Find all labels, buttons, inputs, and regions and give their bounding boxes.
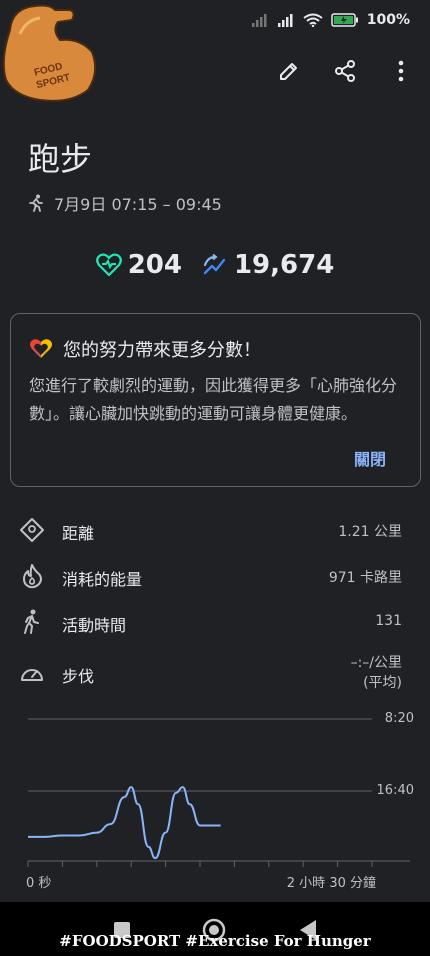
- card-header: 您的努力帶來更多分數！: [29, 336, 261, 362]
- stat-label: 步伐: [62, 667, 95, 686]
- more-options-button[interactable]: [386, 56, 416, 86]
- heart-points-info-card: 您的努力帶來更多分數！ 您進行了較劇烈的運動，因此獲得更多「心肺強化分數」。讓心…: [10, 313, 421, 487]
- series-line: [27, 786, 221, 860]
- close-card-button[interactable]: 關閉: [354, 446, 386, 470]
- walking-icon: [18, 608, 46, 636]
- foodsport-logo: FOOD SPORT: [0, 0, 100, 106]
- heart-points-icon: [95, 253, 122, 277]
- edit-button[interactable]: [274, 56, 304, 86]
- hashtag-caption: #FOODSPORT #Exercise For Hunger: [59, 932, 371, 950]
- steps-value: 19,674: [233, 250, 335, 280]
- stat-row-pace: 步伐 –:–/公里 (平均): [0, 651, 430, 695]
- pace-value: –:–/公里: [350, 655, 402, 671]
- chart-svg: [27, 718, 410, 867]
- more-vert-icon: [398, 60, 404, 82]
- steps-icon: [203, 253, 226, 275]
- stat-value: 131: [375, 613, 402, 629]
- battery-icon: [330, 13, 358, 27]
- stat-value: –:–/公里 (平均): [351, 653, 402, 693]
- activity-subtitle: 7月9日 07:15 – 09:45: [28, 191, 222, 215]
- running-icon: [29, 194, 43, 212]
- google-fit-heart-icon: [30, 339, 52, 358]
- card-title: 您的努力帶來更多分數！: [63, 340, 261, 361]
- signal-1-icon: [251, 14, 267, 27]
- stat-value: 1.21 公里: [338, 524, 402, 540]
- heart-points-value: 204: [127, 250, 182, 280]
- status-icons: 100%: [251, 12, 410, 28]
- stat-label: 活動時間: [62, 616, 127, 635]
- stat-row-active-time: 活動時間 131: [0, 600, 430, 644]
- stat-label: 距離: [62, 524, 95, 543]
- calories-icon: [18, 562, 46, 590]
- steps-metric: 19,674: [202, 250, 334, 280]
- battery-percent: 100%: [366, 12, 410, 28]
- metrics-summary: 204 19,674: [0, 250, 430, 280]
- top-actions: [274, 56, 416, 86]
- stat-label: 消耗的能量: [62, 570, 143, 589]
- wifi-icon: [303, 13, 323, 27]
- date-range: 7月9日 07:15 – 09:45: [54, 195, 222, 214]
- activity-chart: 8:20 16:40 0 秒 2 小時 30 分鐘: [0, 705, 430, 895]
- signal-2-icon: [277, 14, 293, 27]
- heart-points-metric: 204: [95, 250, 182, 280]
- pace-sub: (平均): [363, 675, 402, 691]
- share-button[interactable]: [330, 56, 360, 86]
- stat-value: 971 卡路里: [328, 570, 402, 586]
- pace-icon: [18, 659, 46, 687]
- pencil-icon: [280, 63, 297, 80]
- share-icon: [335, 60, 355, 82]
- y-tick-label: 8:20: [384, 711, 414, 726]
- stat-row-calories: 消耗的能量 971 卡路里: [0, 554, 430, 598]
- stat-row-distance: 距離 1.21 公里: [0, 508, 430, 552]
- page-title: 跑步: [28, 140, 93, 178]
- x-tick-label: 2 小時 30 分鐘: [286, 876, 376, 891]
- card-body: 您進行了較劇烈的運動，因此獲得更多「心肺強化分數」。讓心臟加快跳動的運動可讓身體…: [29, 376, 398, 423]
- x-tick-label: 0 秒: [26, 876, 52, 891]
- distance-icon: [18, 516, 46, 544]
- y-tick-label: 16:40: [376, 783, 414, 798]
